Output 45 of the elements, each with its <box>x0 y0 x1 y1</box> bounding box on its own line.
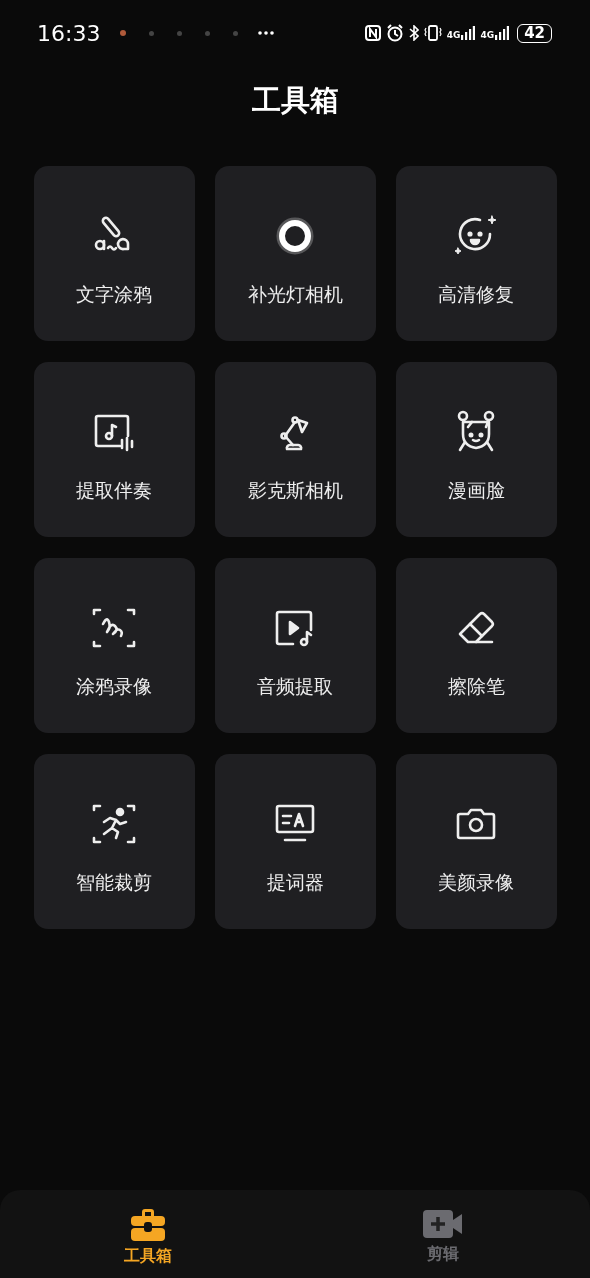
tool-card[interactable]: 提词器 <box>214 754 376 929</box>
signal-icon <box>495 26 510 40</box>
tool-card[interactable]: 文字涂鸦 <box>33 166 195 341</box>
tool-label: 涂鸦录像 <box>76 674 152 699</box>
tool-card[interactable]: 补光灯相机 <box>214 166 376 341</box>
video-add-icon <box>422 1208 463 1240</box>
tool-card[interactable]: 漫画脸 <box>395 362 557 537</box>
alarm-icon <box>385 24 404 42</box>
tool-label: 美颜录像 <box>438 870 514 895</box>
tool-card[interactable]: 智能裁剪 <box>33 754 195 929</box>
tool-label: 音频提取 <box>257 674 333 699</box>
bluetooth-icon <box>408 25 419 41</box>
vibrate-icon <box>423 25 442 41</box>
tool-label: 漫画脸 <box>447 478 505 503</box>
tool-card[interactable]: 高清修复 <box>395 166 557 341</box>
tool-label: 提取伴奏 <box>76 478 152 503</box>
tool-card[interactable]: 擦除笔 <box>395 558 557 733</box>
tool-card[interactable]: 影克斯相机 <box>214 362 376 537</box>
notification-icon <box>120 30 127 36</box>
status-time: 16:33 <box>37 20 101 46</box>
tool-label: 擦除笔 <box>447 674 505 699</box>
tool-label: 文字涂鸦 <box>76 282 152 307</box>
signal-icon <box>461 26 476 40</box>
notification-icon <box>205 30 211 36</box>
page-title: 工具箱 <box>250 82 340 119</box>
notification-icon <box>149 30 155 36</box>
tool-label: 提词器 <box>266 870 324 895</box>
more-icon <box>258 31 275 35</box>
battery-level: 42 <box>517 23 552 43</box>
notification-icon <box>177 30 183 36</box>
tool-label: 补光灯相机 <box>247 282 343 307</box>
toolbox-icon <box>129 1208 166 1242</box>
notification-icon <box>233 30 239 36</box>
tool-card[interactable]: 涂鸦录像 <box>33 558 195 733</box>
tool-label: 智能裁剪 <box>76 870 152 895</box>
nav-tab[interactable]: 工具箱 <box>0 1190 295 1278</box>
tool-label: 高清修复 <box>438 282 514 307</box>
tool-card[interactable]: 音频提取 <box>214 558 376 733</box>
tool-card[interactable]: 美颜录像 <box>395 754 557 929</box>
nfc-icon <box>364 25 381 41</box>
tool-label: 影克斯相机 <box>247 478 343 503</box>
network-type: 4G <box>480 31 495 40</box>
tool-card[interactable]: 提取伴奏 <box>33 362 195 537</box>
network-type: 4G <box>446 31 461 40</box>
nav-tab[interactable]: 剪辑 <box>295 1190 590 1278</box>
